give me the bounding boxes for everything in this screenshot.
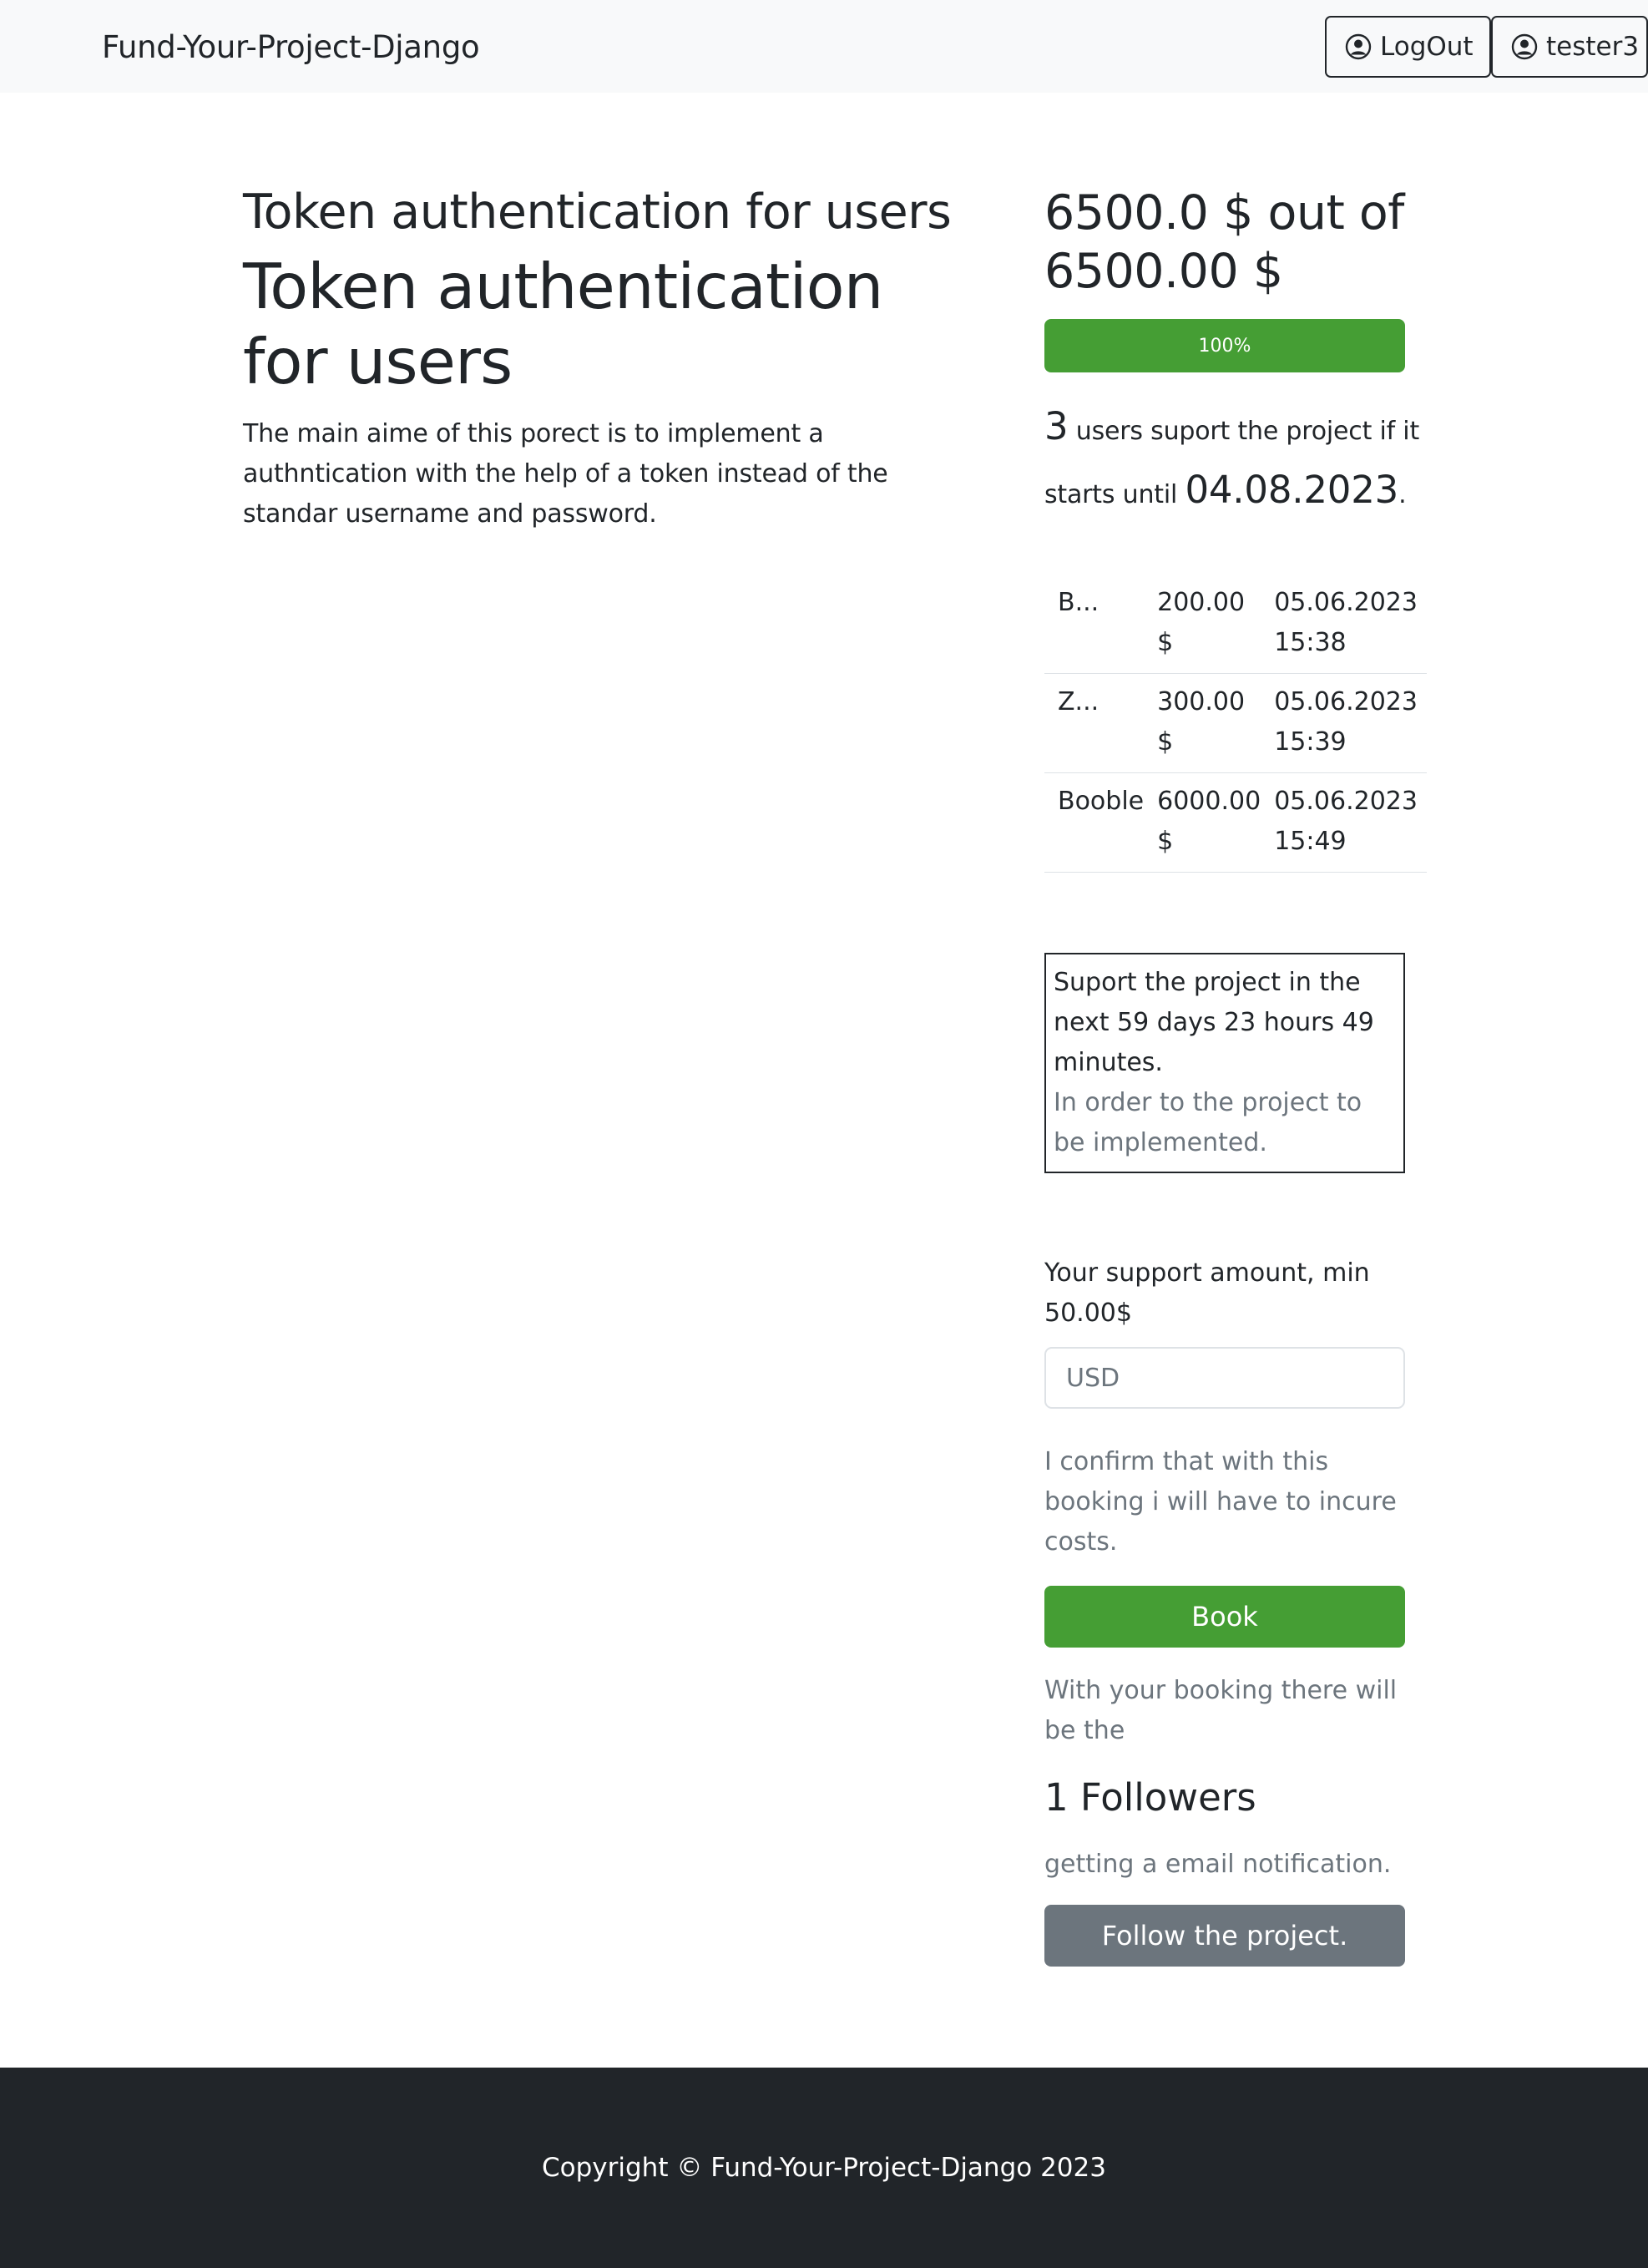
backers-table: B... 200.00 $ 05.06.2023 15:38 Z... 300.… (1044, 575, 1427, 873)
brand-link[interactable]: Fund-Your-Project-Django (102, 0, 480, 93)
copyright-text: Copyright © Fund-Your-Project-Django 202… (542, 2153, 1106, 2183)
book-button[interactable]: Book (1044, 1586, 1405, 1648)
username-label: tester3 (1546, 32, 1640, 62)
countdown-text: Suport the project in the next 59 days 2… (1054, 968, 1374, 1077)
support-amount-input[interactable] (1044, 1347, 1405, 1409)
support-amount-label: Your support amount, min 50.00$ (1044, 1258, 1370, 1328)
follow-project-button[interactable]: Follow the project. (1044, 1905, 1405, 1967)
deadline-date: 04.08.2023 (1185, 468, 1399, 512)
notification-text: getting a email notification. (1044, 1850, 1392, 1879)
user-circle-icon (1511, 33, 1538, 60)
table-row: B... 200.00 $ 05.06.2023 15:38 (1044, 575, 1427, 674)
logout-button[interactable]: LogOut (1325, 16, 1491, 78)
funding-goal: 6500.0 $ out of 6500.00 $ (1044, 185, 1404, 299)
funding-progress: 100% (1044, 319, 1405, 372)
supporters-count: 3 (1044, 404, 1069, 448)
backer-name: B... (1044, 575, 1158, 674)
supporters-summary: 3 users suport the project if it starts … (1044, 397, 1428, 524)
backer-amount: 200.00 $ (1157, 575, 1271, 674)
logout-label: LogOut (1380, 32, 1474, 62)
backer-amount: 6000.00 $ (1157, 772, 1271, 873)
booking-note: With your booking there will be the (1044, 1676, 1398, 1745)
user-circle-icon (1345, 33, 1372, 60)
project-title: Token authentication for users (243, 250, 883, 399)
navbar: Fund-Your-Project-Django LogOut tester3 (0, 0, 1648, 93)
backer-date: 05.06.2023 15:39 (1271, 673, 1427, 773)
progress-bar-fill: 100% (1044, 319, 1405, 372)
table-row: Booble 6000.00 $ 05.06.2023 15:49 (1044, 772, 1427, 873)
backer-date: 05.06.2023 15:49 (1271, 772, 1427, 873)
booking-confirm-text: I confirm that with this booking i will … (1044, 1447, 1397, 1557)
funding-sidebar: 6500.0 $ out of 6500.00 $ 100% 3 users s… (1044, 184, 1428, 1967)
countdown-box: Suport the project in the next 59 days 2… (1044, 953, 1405, 1173)
backer-amount: 300.00 $ (1157, 673, 1271, 773)
user-profile-button[interactable]: tester3 (1491, 16, 1648, 78)
project-description: The main aime of this porect is to imple… (243, 419, 888, 529)
backer-name: Z... (1044, 673, 1158, 773)
footer: Copyright © Fund-Your-Project-Django 202… (0, 2068, 1648, 2268)
deadline-suffix: . (1398, 480, 1407, 509)
backer-name: Booble (1044, 772, 1158, 873)
followers-count: 1 Followers (1044, 1775, 1256, 1820)
project-info: Token authentication for users Token aut… (243, 184, 978, 534)
countdown-subtext: In order to the project to be implemente… (1054, 1088, 1362, 1157)
project-title-small: Token authentication for users (243, 185, 952, 240)
backer-date: 05.06.2023 15:38 (1271, 575, 1427, 674)
table-row: Z... 300.00 $ 05.06.2023 15:39 (1044, 673, 1427, 773)
